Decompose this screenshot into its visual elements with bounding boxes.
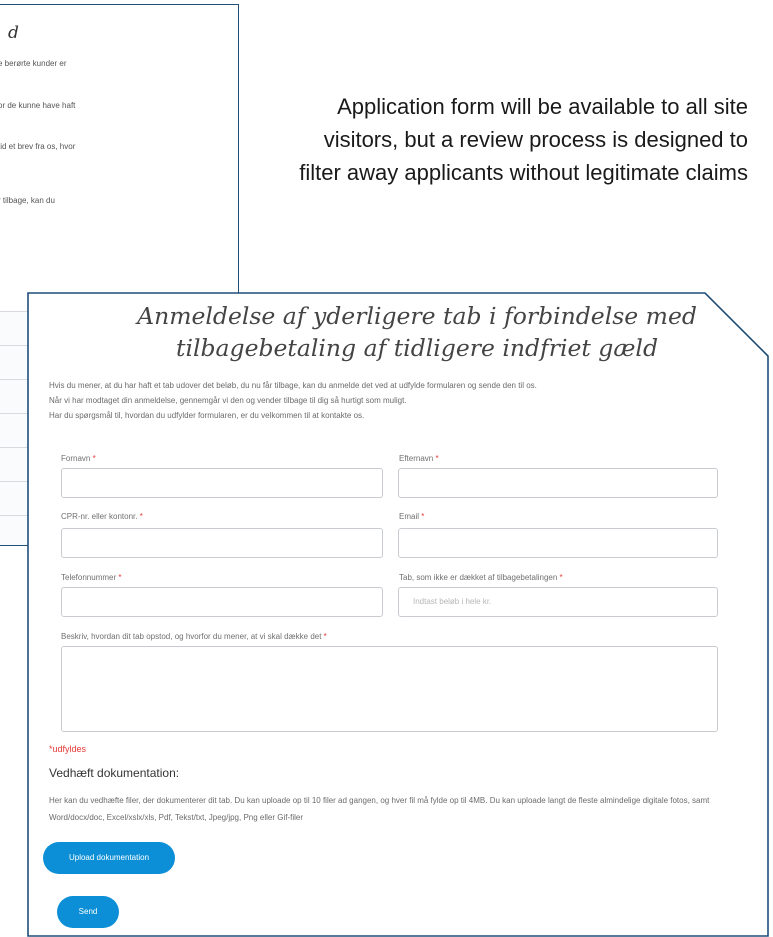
required-note: *udfyldes bbox=[49, 744, 87, 754]
required-mark: * bbox=[139, 512, 143, 521]
loss-amount-label-text: Tab, som ikke er dækket af tilbagebetali… bbox=[399, 573, 558, 582]
form-title: Anmeldelse af yderligere tab i forbindel… bbox=[137, 302, 697, 362]
cpr-label-text: CPR-nr. eller kontonr. bbox=[61, 512, 138, 521]
upload-documentation-button[interactable]: Upload dokumentation bbox=[43, 842, 175, 874]
intro-line: Hvis du mener, at du har haft et tab udo… bbox=[49, 381, 537, 390]
email-label-text: Email bbox=[399, 512, 420, 521]
annotation-text: Application form will be available to al… bbox=[299, 94, 748, 185]
last-name-input[interactable] bbox=[398, 468, 718, 498]
intro-line: Har du spørgsmål til, hvordan du udfylde… bbox=[49, 411, 365, 420]
first-name-label: Fornavn * bbox=[61, 454, 96, 463]
required-mark: * bbox=[559, 573, 563, 582]
background-text-line: tid et brev fra os, hvor bbox=[0, 142, 76, 151]
form-intro: Hvis du mener, at du har haft et tab udo… bbox=[49, 378, 739, 423]
description-textarea[interactable] bbox=[61, 646, 718, 732]
attach-description: Her kan du vedhæfte filer, der dokumente… bbox=[49, 796, 710, 822]
email-label: Email * bbox=[399, 512, 424, 521]
required-mark: * bbox=[435, 454, 439, 463]
first-name-input[interactable] bbox=[61, 468, 383, 498]
claim-form-card: Anmeldelse af yderligere tab i forbindel… bbox=[27, 292, 770, 937]
description-label-text: Beskriv, hvordan dit tab opstod, og hvor… bbox=[61, 632, 322, 641]
phone-label-text: Telefonnummer bbox=[61, 573, 117, 582]
send-button[interactable]: Send bbox=[57, 896, 119, 928]
required-mark: * bbox=[118, 573, 122, 582]
email-input[interactable] bbox=[398, 528, 718, 558]
description-label: Beskriv, hvordan dit tab opstod, og hvor… bbox=[61, 632, 327, 641]
required-mark: * bbox=[92, 454, 96, 463]
phone-label: Telefonnummer * bbox=[61, 573, 122, 582]
loss-amount-input[interactable]: Indtast beløb i hele kr. bbox=[398, 587, 718, 617]
phone-input[interactable] bbox=[61, 587, 383, 617]
intro-line: Når vi har modtaget din anmeldelse, genn… bbox=[49, 396, 407, 405]
first-name-label-text: Fornavn bbox=[61, 454, 91, 463]
required-mark: * bbox=[323, 632, 327, 641]
cpr-label: CPR-nr. eller kontonr. * bbox=[61, 512, 143, 521]
background-page-title: d bbox=[8, 23, 19, 43]
background-text-line: e berørte kunder er bbox=[0, 59, 67, 68]
loss-amount-label: Tab, som ikke er dækket af tilbagebetali… bbox=[399, 573, 563, 582]
last-name-label: Efternavn * bbox=[399, 454, 439, 463]
attach-title: Vedhæft dokumentation: bbox=[49, 766, 180, 780]
background-text-line: r tilbage, kan du bbox=[0, 196, 55, 205]
cpr-input[interactable] bbox=[61, 528, 383, 558]
last-name-label-text: Efternavn bbox=[399, 454, 434, 463]
required-mark: * bbox=[421, 512, 425, 521]
background-text-line: or de kunne have haft bbox=[0, 101, 76, 110]
